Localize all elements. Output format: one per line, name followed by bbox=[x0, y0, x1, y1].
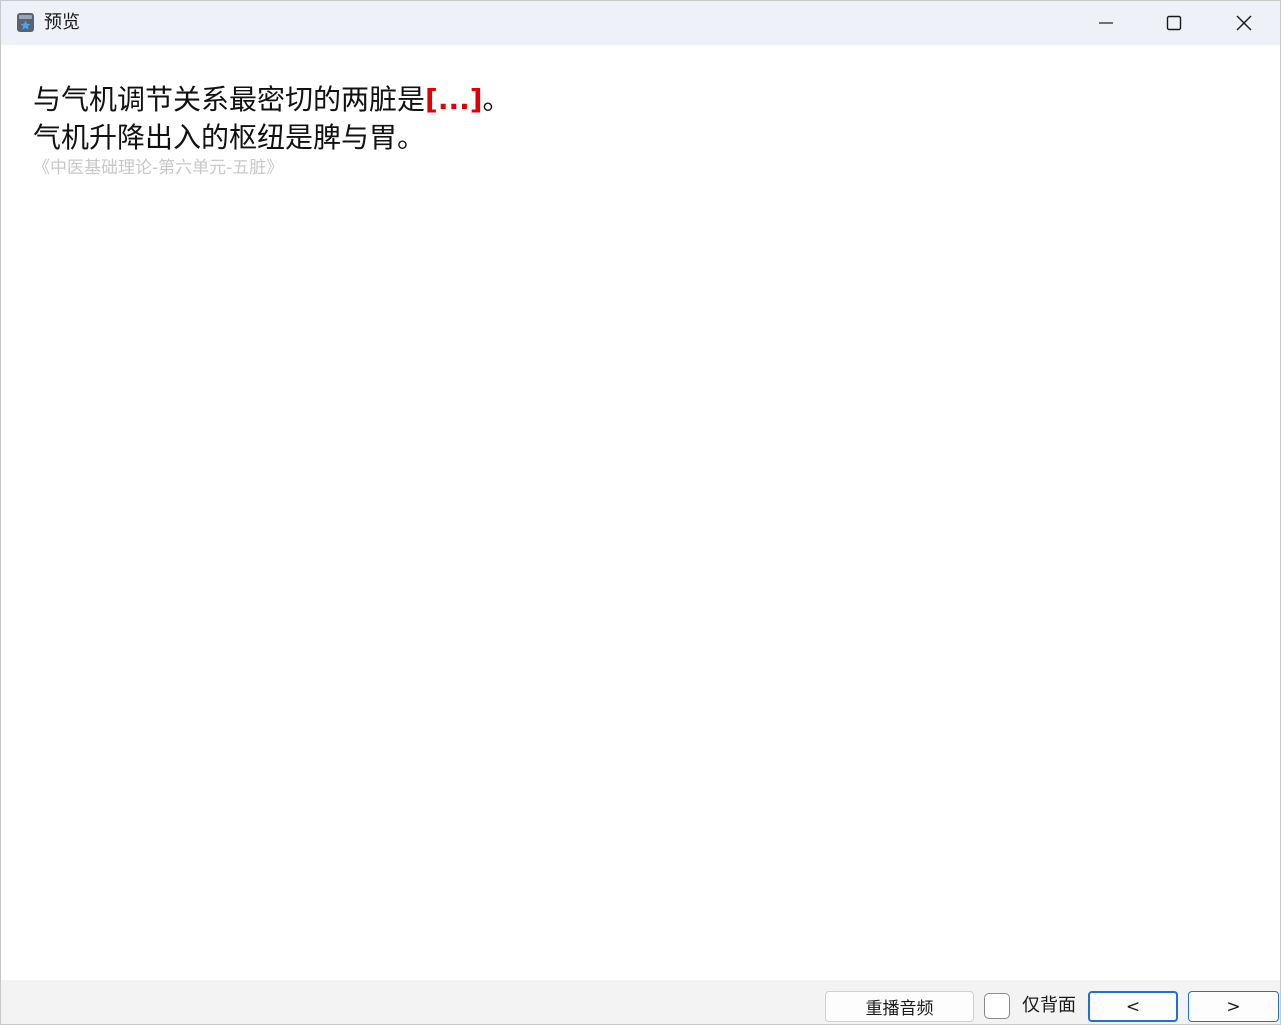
window-title: 预览 bbox=[44, 12, 80, 33]
back-only-label[interactable]: 仅背面 bbox=[1022, 995, 1076, 1017]
next-button[interactable]: > bbox=[1188, 991, 1279, 1022]
cloze-blank: [...] bbox=[425, 83, 483, 116]
question-line-1-start: 与气机调节关系最密切的两脏是 bbox=[33, 83, 426, 116]
minimize-icon bbox=[1099, 22, 1113, 24]
bottom-toolbar: 重播音频 仅背面 < > bbox=[1, 980, 1280, 1024]
close-icon bbox=[1236, 15, 1252, 31]
minimize-button[interactable] bbox=[1072, 1, 1140, 45]
question-line-1-end: 。 bbox=[482, 83, 511, 116]
previous-button[interactable]: < bbox=[1088, 991, 1178, 1022]
card-source-label: 《中医基础理论-第六单元-五脏》 bbox=[33, 158, 284, 178]
replay-audio-button[interactable]: 重播音频 bbox=[825, 991, 974, 1022]
maximize-icon bbox=[1166, 15, 1182, 31]
title-bar[interactable]: 预览 bbox=[1, 1, 1280, 45]
star-app-icon bbox=[17, 13, 34, 32]
question-line-2: 气机升降出入的枢纽是脾与胃。 bbox=[33, 121, 426, 154]
card-question-text: 与气机调节关系最密切的两脏是[...]。 气机升降出入的枢纽是脾与胃。 bbox=[33, 81, 511, 157]
maximize-button[interactable] bbox=[1140, 1, 1208, 45]
question-line-1: 与气机调节关系最密切的两脏是[...]。 bbox=[33, 81, 511, 119]
close-button[interactable] bbox=[1210, 1, 1278, 45]
back-only-checkbox[interactable] bbox=[984, 993, 1010, 1019]
preview-window: 预览 与气机调节关系最密切的两脏是[...]。 气机升降出入的枢纽是脾与胃。 《… bbox=[0, 0, 1281, 1025]
card-content-area: 与气机调节关系最密切的两脏是[...]。 气机升降出入的枢纽是脾与胃。 《中医基… bbox=[1, 45, 1280, 980]
